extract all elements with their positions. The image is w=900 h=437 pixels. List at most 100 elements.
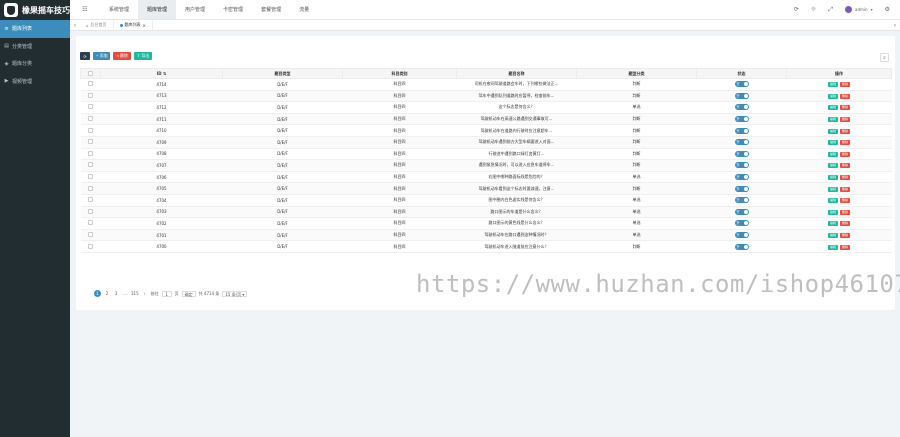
page-size-select[interactable]: 15 条/页 ▾ bbox=[222, 290, 248, 297]
status-toggle[interactable]: 开 bbox=[734, 174, 749, 181]
table-row[interactable]: 4705 D/E/F 科目四 驾驶机动车看到这个标志时要减速，注意... 判断 开 编辑 删除 bbox=[80, 182, 892, 195]
sidebar-item-2[interactable]: ◈ 题库分类 bbox=[0, 55, 70, 73]
topnav-tab-1[interactable]: 题库管理 bbox=[138, 0, 177, 19]
page-3[interactable]: ... bbox=[122, 291, 128, 297]
edit-button[interactable]: 编辑 bbox=[827, 163, 838, 169]
row-delete-button[interactable]: 删除 bbox=[840, 186, 851, 192]
row-delete-button[interactable]: 删除 bbox=[840, 82, 851, 88]
edit-button[interactable]: 编辑 bbox=[827, 198, 838, 204]
edit-button[interactable]: 编辑 bbox=[827, 93, 838, 99]
menu-toggle-icon[interactable]: ☷ bbox=[70, 0, 100, 19]
sidebar-item-0[interactable]: ≡ 题库列表 bbox=[0, 20, 70, 38]
page-2[interactable]: 3 bbox=[113, 291, 119, 297]
status-toggle[interactable]: 开 bbox=[734, 197, 749, 204]
row-checkbox[interactable] bbox=[80, 159, 101, 172]
row-checkbox[interactable] bbox=[80, 206, 101, 219]
next-page-button[interactable]: › bbox=[142, 291, 148, 297]
table-row[interactable]: 4712 D/E/F 科目四 这个标志是何含义？ 单选 开 编辑 删除 bbox=[80, 101, 892, 114]
row-delete-button[interactable]: 删除 bbox=[840, 175, 851, 181]
row-delete-button[interactable]: 删除 bbox=[840, 198, 851, 204]
select-all-checkbox[interactable] bbox=[80, 68, 101, 79]
table-row[interactable]: 4706 D/E/F 科目四 右图中哪种路面标线是危险的？ 单选 开 编辑 删除 bbox=[80, 171, 892, 184]
row-checkbox[interactable] bbox=[80, 171, 101, 184]
brand[interactable]: 橡果摇车技巧 bbox=[0, 0, 70, 20]
edit-button[interactable]: 编辑 bbox=[827, 140, 838, 146]
table-row[interactable]: 4708 D/E/F 科目四 行驶途中遇到路口绿灯变黄灯... 判断 开 编辑 删除 bbox=[80, 148, 892, 161]
topnav-tab-5[interactable]: 流量 bbox=[290, 0, 318, 19]
topnav-tab-2[interactable]: 用户管理 bbox=[176, 0, 214, 19]
row-checkbox[interactable] bbox=[80, 101, 101, 114]
row-delete-button[interactable]: 删除 bbox=[840, 105, 851, 111]
row-checkbox[interactable] bbox=[80, 194, 101, 207]
row-checkbox[interactable] bbox=[80, 124, 101, 137]
row-checkbox[interactable] bbox=[80, 217, 101, 230]
row-checkbox[interactable] bbox=[80, 148, 101, 161]
row-checkbox[interactable] bbox=[80, 182, 101, 195]
table-row[interactable]: 4713 D/E/F 科目四 驾车中遇到队列道路时应暂停，检查前车... 判断 开 编辑 删除 bbox=[80, 90, 892, 103]
table-row[interactable]: 4702 D/E/F 科目四 路口图示的黄色线是什么含义？ 单选 开 编辑 删除 bbox=[80, 217, 892, 230]
table-row[interactable]: 4704 D/E/F 科目四 图中圈内白色虚实线是何含义？ 单选 开 编辑 删除 bbox=[80, 194, 892, 207]
settings-icon[interactable]: ⚙ bbox=[885, 6, 890, 13]
row-delete-button[interactable]: 删除 bbox=[840, 128, 851, 134]
col-id[interactable]: ID ⇅ bbox=[100, 68, 223, 79]
edit-button[interactable]: 编辑 bbox=[827, 128, 838, 134]
refresh-button[interactable]: ⟳ bbox=[80, 52, 90, 60]
tab-current[interactable]: 题库列表 × bbox=[114, 19, 153, 31]
edit-button[interactable]: 编辑 bbox=[827, 117, 838, 123]
status-toggle[interactable]: 开 bbox=[734, 150, 749, 157]
status-toggle[interactable]: 开 bbox=[734, 220, 749, 227]
tab-home[interactable]: ⌂ 后台首页 bbox=[80, 19, 114, 31]
table-row[interactable]: 4703 D/E/F 科目四 路口图示的车道是什么含义？ 单选 开 编辑 删除 bbox=[80, 206, 892, 219]
row-delete-button[interactable]: 删除 bbox=[840, 209, 851, 215]
table-row[interactable]: 4711 D/E/F 科目四 驾驶机动车在高速公路遇到交通事故可... 判断 开 编辑 删除 bbox=[80, 113, 892, 126]
status-toggle[interactable]: 开 bbox=[734, 139, 749, 146]
table-row[interactable]: 4714 D/E/F 科目四 司机在夜间驾驶道路会车时，下列哪些做法正... 判断 开 编辑… bbox=[80, 78, 892, 91]
edit-button[interactable]: 编辑 bbox=[827, 151, 838, 157]
status-toggle[interactable]: 开 bbox=[734, 243, 749, 250]
status-toggle[interactable]: 开 bbox=[734, 232, 749, 239]
edit-button[interactable]: 编辑 bbox=[827, 186, 838, 192]
status-toggle[interactable]: 开 bbox=[734, 104, 749, 111]
search-icon[interactable]: ⌕ bbox=[880, 53, 889, 62]
sidebar-item-3[interactable]: ▶ 视频管理 bbox=[0, 73, 70, 91]
edit-button[interactable]: 编辑 bbox=[827, 221, 838, 227]
row-checkbox[interactable] bbox=[80, 90, 101, 103]
page-0[interactable]: 1 bbox=[94, 290, 101, 297]
row-delete-button[interactable]: 删除 bbox=[840, 221, 851, 227]
fullscreen-icon[interactable]: ⤢ bbox=[828, 6, 833, 14]
table-row[interactable]: 4709 D/E/F 科目四 驾驶机动车遇到前方大型车辆要进入对面... 判断 开 编辑 删除 bbox=[80, 136, 892, 149]
add-button[interactable]: + 添加 bbox=[93, 52, 111, 60]
sidebar-item-1[interactable]: ▤ 分类管理 bbox=[0, 38, 70, 56]
row-delete-button[interactable]: 删除 bbox=[840, 151, 851, 157]
row-delete-button[interactable]: 删除 bbox=[840, 93, 851, 99]
topnav-tab-0[interactable]: 系统管理 bbox=[100, 0, 138, 19]
row-checkbox[interactable] bbox=[80, 78, 101, 91]
export-button[interactable]: ⇪ 导出 bbox=[133, 52, 153, 60]
row-delete-button[interactable]: 删除 bbox=[840, 117, 851, 123]
edit-button[interactable]: 编辑 bbox=[827, 105, 838, 111]
edit-button[interactable]: 编辑 bbox=[827, 244, 838, 250]
row-delete-button[interactable]: 删除 bbox=[840, 140, 851, 146]
status-toggle[interactable]: 开 bbox=[734, 81, 749, 88]
tabs-right-icon[interactable]: › bbox=[890, 22, 900, 29]
delete-button[interactable]: × 删除 bbox=[113, 52, 131, 60]
row-checkbox[interactable] bbox=[80, 229, 101, 242]
edit-button[interactable]: 编辑 bbox=[827, 82, 838, 88]
row-delete-button[interactable]: 删除 bbox=[840, 244, 851, 250]
page-4[interactable]: 315 bbox=[131, 291, 139, 297]
topnav-tab-4[interactable]: 套餐管理 bbox=[252, 0, 290, 19]
row-delete-button[interactable]: 删除 bbox=[840, 163, 851, 169]
table-row[interactable]: 4710 D/E/F 科目四 驾驶机动车在道路内行驶时应注意超车... 判断 开 编辑 删除 bbox=[80, 124, 892, 137]
row-delete-button[interactable]: 删除 bbox=[840, 233, 851, 239]
row-checkbox[interactable] bbox=[80, 136, 101, 149]
tabs-left-icon[interactable]: ‹ bbox=[70, 22, 80, 29]
status-toggle[interactable]: 开 bbox=[734, 208, 749, 215]
edit-button[interactable]: 编辑 bbox=[827, 233, 838, 239]
row-checkbox[interactable] bbox=[80, 113, 101, 126]
refresh-icon[interactable]: ⟳ bbox=[794, 6, 799, 13]
user-menu[interactable]: admin ▾ bbox=[845, 6, 873, 13]
topnav-tab-3[interactable]: 卡密管理 bbox=[214, 0, 252, 19]
goto-confirm-button[interactable]: 确定 bbox=[181, 290, 196, 297]
status-toggle[interactable]: 开 bbox=[734, 185, 749, 192]
status-toggle[interactable]: 开 bbox=[734, 92, 749, 99]
